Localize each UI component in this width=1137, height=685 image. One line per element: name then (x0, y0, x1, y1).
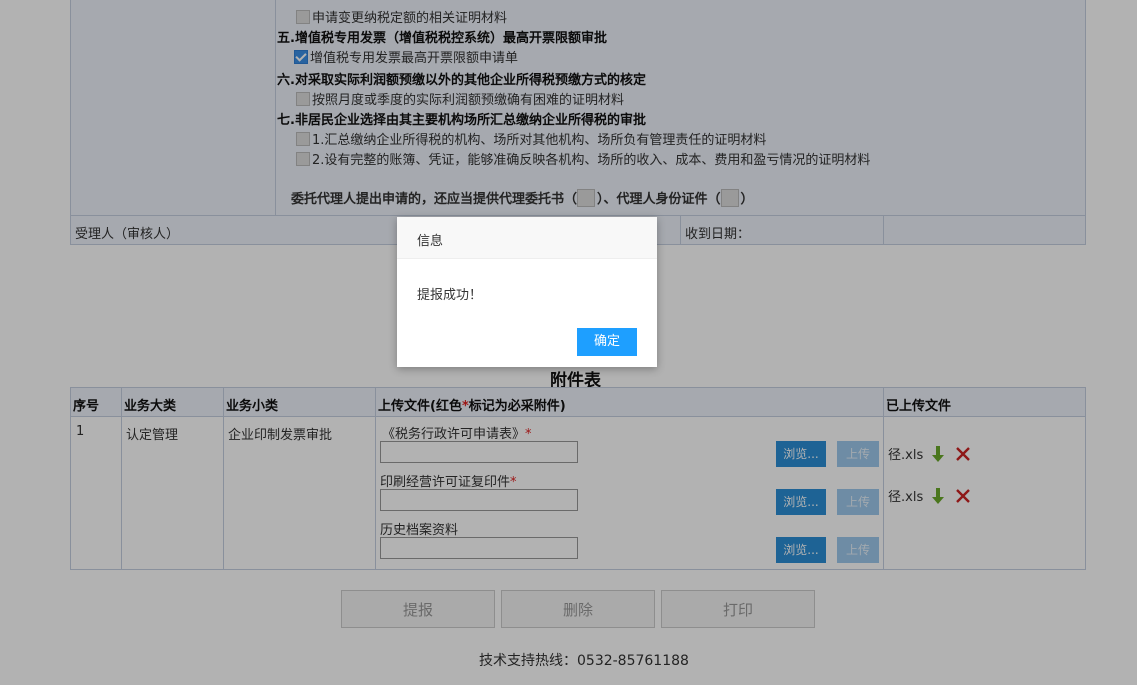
dialog-title: 信息 (417, 234, 444, 249)
dialog-title-bar: 信息 (397, 217, 657, 259)
confirm-button[interactable]: 确定 (577, 328, 637, 356)
info-dialog: 信息 提报成功！ 确定 (397, 217, 657, 367)
dialog-message: 提报成功！ (417, 288, 483, 303)
